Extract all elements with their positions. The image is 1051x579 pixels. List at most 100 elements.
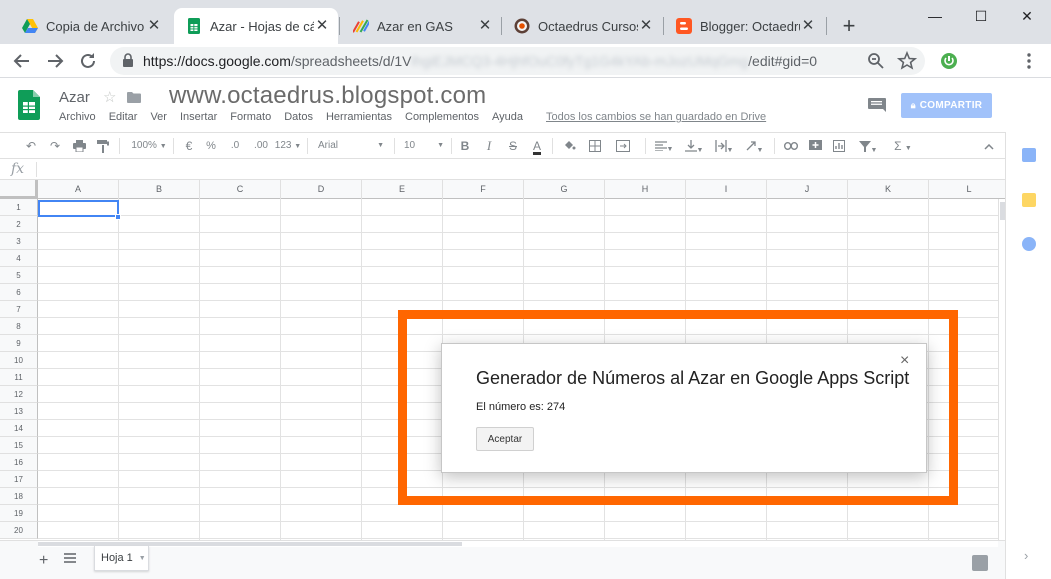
italic-button[interactable]: I — [482, 136, 496, 156]
horizontal-scrollbar[interactable] — [38, 541, 998, 547]
folder-icon[interactable] — [127, 92, 141, 103]
accept-button[interactable]: Aceptar — [476, 427, 534, 451]
menu-ver[interactable]: Ver — [150, 111, 167, 127]
row-header-2[interactable]: 2 — [0, 216, 38, 233]
formula-bar[interactable]: fx — [0, 158, 1005, 180]
column-header-b[interactable]: B — [119, 180, 200, 199]
close-icon[interactable]: × — [900, 352, 909, 370]
all-sheets-menu-icon[interactable] — [64, 553, 76, 563]
column-header-e[interactable]: E — [362, 180, 443, 199]
column-header-a[interactable]: A — [38, 180, 119, 199]
increase-decimals-button[interactable]: .00 — [250, 136, 272, 156]
font-select[interactable]: Arial ▼ — [318, 136, 386, 156]
column-header-i[interactable]: I — [686, 180, 767, 199]
column-header-l[interactable]: L — [929, 180, 1005, 199]
functions-button[interactable]: Σ ▼ — [890, 136, 916, 156]
menu-ayuda[interactable]: Ayuda — [492, 111, 523, 127]
explore-icon[interactable] — [972, 555, 988, 571]
row-header-6[interactable]: 6 — [0, 284, 38, 301]
row-header-15[interactable]: 15 — [0, 437, 38, 454]
tab-blogger[interactable]: Blogger: Octaedru ✕ — [664, 8, 824, 44]
column-header-g[interactable]: G — [524, 180, 605, 199]
select-all-corner[interactable] — [0, 180, 38, 199]
print-icon[interactable] — [70, 136, 88, 156]
row-header-13[interactable]: 13 — [0, 403, 38, 420]
bookmark-star-icon[interactable] — [895, 49, 919, 73]
menu-complementos[interactable]: Complementos — [405, 111, 479, 127]
column-header-k[interactable]: K — [848, 180, 929, 199]
decrease-decimals-button[interactable]: .0 — [226, 136, 244, 156]
menu-datos[interactable]: Datos — [284, 111, 313, 127]
row-header-1[interactable]: 1 — [0, 199, 38, 216]
insert-comment-icon[interactable] — [806, 136, 824, 156]
row-header-20[interactable]: 20 — [0, 522, 38, 539]
close-tab-icon[interactable]: ✕ — [146, 18, 162, 34]
percent-format-button[interactable]: % — [204, 136, 218, 156]
google-sheets-logo-icon[interactable] — [18, 90, 40, 120]
tab-copia-de-archivo[interactable]: Copia de Archivo - ✕ — [10, 8, 170, 44]
column-header-d[interactable]: D — [281, 180, 362, 199]
row-header-14[interactable]: 14 — [0, 420, 38, 437]
menu-formato[interactable]: Formato — [230, 111, 271, 127]
font-size-select[interactable]: 10 ▼ — [404, 136, 446, 156]
row-header-4[interactable]: 4 — [0, 250, 38, 267]
back-arrow-icon[interactable] — [10, 49, 34, 73]
close-tab-icon[interactable]: ✕ — [800, 18, 816, 34]
document-title[interactable]: Azar — [59, 89, 90, 106]
redo-icon[interactable]: ↷ — [46, 136, 64, 156]
row-header-12[interactable]: 12 — [0, 386, 38, 403]
column-header-j[interactable]: J — [767, 180, 848, 199]
fill-color-icon[interactable] — [561, 136, 577, 156]
keep-notes-icon[interactable] — [1022, 193, 1036, 207]
tab-octaedrus-cursos[interactable]: Octaedrus Cursos y ✕ — [502, 8, 662, 44]
row-header-11[interactable]: 11 — [0, 369, 38, 386]
tab-azar-hojas[interactable]: Azar - Hojas de cál ✕ — [174, 8, 338, 44]
row-header-9[interactable]: 9 — [0, 335, 38, 352]
star-icon[interactable]: ☆ — [103, 88, 116, 106]
row-header-19[interactable]: 19 — [0, 505, 38, 522]
calendar-icon[interactable] — [1022, 148, 1036, 162]
row-header-8[interactable]: 8 — [0, 318, 38, 335]
zoom-icon[interactable] — [864, 49, 888, 73]
text-color-button[interactable]: A — [529, 136, 545, 156]
new-tab-button[interactable]: + — [836, 14, 862, 40]
share-button[interactable]: 🔒︎ COMPARTIR — [901, 93, 992, 118]
collapse-chevron-icon[interactable] — [980, 136, 998, 156]
menu-insertar[interactable]: Insertar — [180, 111, 217, 127]
row-header-16[interactable]: 16 — [0, 454, 38, 471]
minimize-button[interactable]: — — [912, 4, 958, 28]
insert-link-icon[interactable] — [782, 136, 800, 156]
close-window-button[interactable]: ✕ — [1004, 4, 1050, 28]
strikethrough-button[interactable]: S — [506, 136, 520, 156]
align-vertical-icon[interactable]: ▼ — [682, 136, 706, 156]
insert-chart-icon[interactable] — [830, 136, 848, 156]
tab-azar-en-gas[interactable]: Azar en GAS ✕ — [341, 8, 501, 44]
undo-icon[interactable]: ↶ — [22, 136, 40, 156]
close-tab-icon[interactable]: ✕ — [314, 18, 330, 34]
currency-format-button[interactable]: € — [182, 136, 196, 156]
reload-icon[interactable] — [76, 49, 100, 73]
text-wrap-icon[interactable]: ▼ — [712, 136, 736, 156]
selected-cell-a1[interactable] — [38, 200, 119, 217]
zoom-select[interactable]: 100% ▼ — [128, 136, 170, 156]
menu-editar[interactable]: Editar — [109, 111, 138, 127]
save-status-link[interactable]: Todos los cambios se han guardado en Dri… — [546, 111, 766, 123]
comment-icon[interactable] — [868, 98, 886, 112]
close-tab-icon[interactable]: ✕ — [638, 18, 654, 34]
sheet-tab-dropdown-icon[interactable]: ▼ — [139, 555, 146, 562]
merge-cells-icon[interactable]: ▼ — [611, 136, 635, 174]
filter-icon[interactable]: ▼ — [854, 136, 882, 156]
text-rotation-icon[interactable]: ▼ — [742, 136, 766, 156]
maximize-button[interactable]: ☐ — [958, 4, 1004, 28]
row-header-10[interactable]: 10 — [0, 352, 38, 369]
row-header-3[interactable]: 3 — [0, 233, 38, 250]
paint-format-icon[interactable] — [94, 136, 112, 156]
menu-archivo[interactable]: Archivo — [59, 111, 96, 127]
bold-button[interactable]: B — [458, 136, 472, 156]
more-formats-select[interactable]: 123 ▼ — [274, 136, 302, 156]
row-header-18[interactable]: 18 — [0, 488, 38, 505]
align-horizontal-icon[interactable]: ▼ — [652, 136, 676, 156]
tasks-icon[interactable] — [1022, 237, 1036, 251]
column-header-h[interactable]: H — [605, 180, 686, 199]
column-header-f[interactable]: F — [443, 180, 524, 199]
